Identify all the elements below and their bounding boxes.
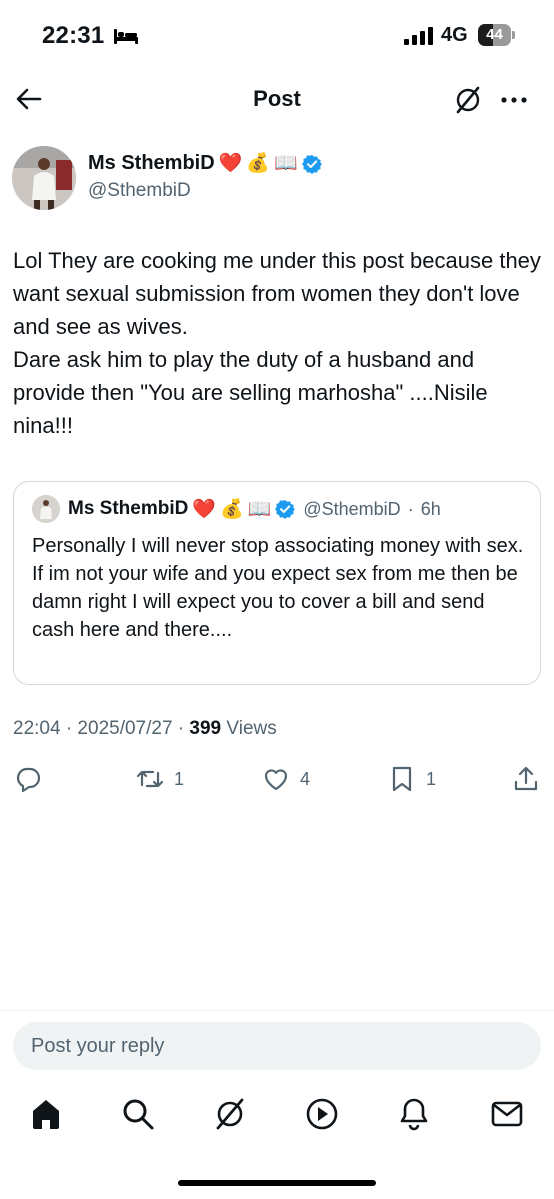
nav-header: Post xyxy=(0,70,554,128)
notifications-icon xyxy=(400,1098,428,1131)
bookmark-icon xyxy=(392,766,412,792)
quoted-author-name: Ms SthembiD xyxy=(68,498,189,519)
author-handle[interactable]: @SthembiD xyxy=(88,180,191,202)
quoted-post-header: Ms SthembiD ❤️ 💰 📖 @SthembiD · 6h xyxy=(32,495,441,523)
tab-video[interactable] xyxy=(304,1096,340,1132)
search-icon xyxy=(123,1099,154,1130)
post-timestamp: 22:04 · 2025/07/27 · xyxy=(13,718,185,739)
money-bag-emoji: 💰 xyxy=(246,152,271,174)
like-count: 4 xyxy=(300,768,311,789)
grok-icon xyxy=(216,1098,244,1130)
quoted-post[interactable]: Ms SthembiD ❤️ 💰 📖 @SthembiD · 6h Person… xyxy=(13,481,541,685)
tab-notifications[interactable] xyxy=(396,1096,432,1132)
bookmark-count: 1 xyxy=(426,768,437,789)
tab-search[interactable] xyxy=(120,1096,156,1132)
views-label: Views xyxy=(226,718,277,739)
video-icon xyxy=(306,1098,338,1130)
views-count: 399 xyxy=(189,718,222,739)
share-icon xyxy=(514,766,538,791)
quoted-post-text: Personally I will never stop associating… xyxy=(32,535,524,641)
heart-icon xyxy=(264,769,288,791)
quoted-post-time: 6h xyxy=(420,498,441,519)
book-emoji: 📖 xyxy=(247,497,272,520)
divider xyxy=(0,1010,554,1011)
quoted-author-handle: @SthembiD xyxy=(303,498,401,519)
battery-icon: 44 xyxy=(478,24,515,46)
verified-badge-icon xyxy=(301,154,322,174)
reply-button[interactable] xyxy=(14,764,52,794)
author-name[interactable]: Ms SthembiD xyxy=(88,152,215,175)
repost-count: 1 xyxy=(174,768,185,789)
author-avatar[interactable] xyxy=(12,146,76,210)
separator-dot: · xyxy=(407,498,414,519)
like-button[interactable]: 4 xyxy=(262,764,310,794)
reply-input[interactable]: Post your reply xyxy=(13,1022,541,1070)
repost-icon xyxy=(136,770,164,788)
grok-icon[interactable] xyxy=(452,84,484,116)
author-name-row[interactable]: Ms SthembiD ❤️ 💰 📖 xyxy=(88,152,322,175)
home-indicator xyxy=(178,1180,376,1186)
cellular-signal-icon xyxy=(404,27,433,45)
status-bar: 22:31 4G 44 xyxy=(0,0,554,70)
heart-emoji: ❤️ xyxy=(192,497,217,520)
quoted-author-avatar xyxy=(32,495,60,523)
more-icon[interactable] xyxy=(498,84,530,116)
status-time: 22:31 xyxy=(42,22,105,49)
reply-icon xyxy=(16,767,41,793)
post-meta: 22:04 · 2025/07/27 · 399 Views xyxy=(13,718,277,740)
money-bag-emoji: 💰 xyxy=(220,497,244,520)
messages-icon xyxy=(491,1101,523,1127)
home-icon xyxy=(33,1100,59,1129)
tab-messages[interactable] xyxy=(489,1096,525,1132)
share-button[interactable] xyxy=(512,764,540,794)
post-text: Lol They are cooking me under this post … xyxy=(13,248,541,438)
tab-grok[interactable] xyxy=(212,1096,248,1132)
network-type: 4G xyxy=(441,24,468,46)
sleep-focus-icon xyxy=(114,29,138,44)
bookmark-button[interactable]: 1 xyxy=(388,764,436,794)
heart-emoji: ❤️ xyxy=(218,152,243,174)
battery-level: 44 xyxy=(486,26,503,43)
book-emoji: 📖 xyxy=(274,152,298,174)
tab-home[interactable] xyxy=(28,1096,64,1132)
repost-button[interactable]: 1 xyxy=(136,764,184,794)
verified-badge-icon xyxy=(275,500,296,519)
